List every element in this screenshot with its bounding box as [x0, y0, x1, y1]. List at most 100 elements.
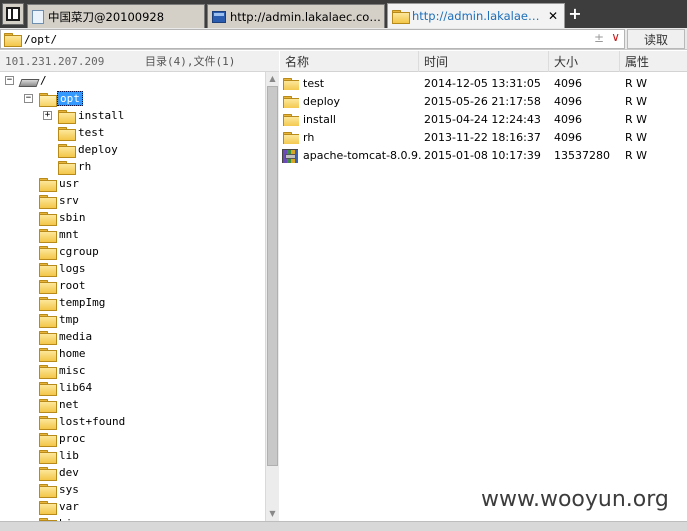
tree-item-label: proc — [59, 432, 86, 445]
tab-shell-1[interactable]: http://admin.lakalaec.com/te... — [207, 4, 385, 28]
file-time: 2015-01-08 10:17:39 — [424, 149, 541, 162]
tree-item-logs[interactable]: logs — [39, 260, 86, 277]
folder-icon — [39, 296, 57, 311]
tree-item-dev[interactable]: dev — [39, 464, 79, 481]
file-size: 4096 — [554, 95, 582, 108]
close-icon[interactable]: ✕ — [548, 9, 558, 23]
column-time-header[interactable]: 时间 — [419, 51, 549, 72]
folder-icon — [39, 194, 57, 209]
tree-item-var[interactable]: var — [39, 498, 79, 515]
tree-item-mnt[interactable]: mnt — [39, 226, 79, 243]
tree-item-label: usr — [59, 177, 79, 190]
tree-item-root[interactable]: / — [20, 72, 47, 89]
folder-icon — [58, 143, 76, 158]
tree-item-sbin[interactable]: sbin — [39, 209, 86, 226]
tab-caidao[interactable]: 中国菜刀@20100928 — [27, 4, 205, 28]
tree-item-label: srv — [59, 194, 79, 207]
tab-label: 中国菜刀@20100928 — [48, 9, 165, 24]
tree-item-srv[interactable]: srv — [39, 192, 79, 209]
tree-item-usr[interactable]: usr — [39, 175, 79, 192]
scroll-down-icon[interactable]: ▼ — [266, 507, 279, 521]
file-row[interactable]: deploy 2015-05-26 21:17:58 4096 R W — [280, 93, 687, 111]
tree-item-tmp[interactable]: tmp — [39, 311, 79, 328]
tree-item-label: logs — [59, 262, 86, 275]
tree-item-label: opt — [57, 91, 83, 106]
tree-scrollbar[interactable]: ▲ ▼ — [265, 72, 279, 521]
tree-item-opt[interactable]: opt — [39, 90, 83, 107]
file-row[interactable]: install 2015-04-24 12:24:43 4096 R W — [280, 111, 687, 129]
tree-item-label: misc — [59, 364, 86, 377]
tree-item-misc[interactable]: misc — [39, 362, 86, 379]
tree-item-label: lib — [59, 449, 79, 462]
file-attr: R W — [625, 77, 648, 90]
tab-label: http://admin.lakalaec.com/te... — [230, 9, 384, 24]
collapse-opt-icon[interactable]: − — [24, 94, 33, 103]
tree-item-proc[interactable]: proc — [39, 430, 86, 447]
tree-item-net[interactable]: net — [39, 396, 79, 413]
expand-install-icon[interactable]: + — [43, 111, 52, 120]
tree-item-lost-found[interactable]: lost+found — [39, 413, 125, 430]
file-name: rh — [303, 131, 315, 144]
folder-icon — [39, 330, 57, 345]
column-name-header[interactable]: 名称 — [280, 51, 419, 72]
tab-bar: 中国菜刀@20100928 http://admin.lakalaec.com/… — [0, 0, 687, 28]
tree-item-tempimg[interactable]: tempImg — [39, 294, 105, 311]
file-size: 4096 — [554, 131, 582, 144]
file-size: 4096 — [554, 77, 582, 90]
folder-icon — [58, 126, 76, 141]
tree-item-label: tempImg — [59, 296, 106, 309]
column-attr-header[interactable]: 属性 — [620, 51, 687, 72]
tree-item-cgroup[interactable]: cgroup — [39, 243, 99, 260]
folder-icon — [39, 500, 57, 515]
directory-tree: − / − opt + install test deploy rh usr s… — [0, 72, 265, 521]
collapse-root-icon[interactable]: − — [5, 76, 14, 85]
file-name: apache-tomcat-8.0.9.tar — [303, 149, 421, 162]
column-size-header[interactable]: 大小 — [549, 51, 620, 72]
bookmark-toggle-icon[interactable]: ± — [594, 31, 604, 45]
folder-open-icon — [39, 92, 57, 107]
tree-item-media[interactable]: media — [39, 328, 92, 345]
tree-item-label: lost+found — [59, 415, 126, 428]
tree-item-label: sys — [59, 483, 79, 496]
tree-item-label: media — [59, 330, 93, 343]
tree-item-rh[interactable]: rh — [58, 158, 91, 175]
read-button[interactable]: 读取 — [627, 29, 685, 49]
tree-item-home[interactable]: home — [39, 345, 86, 362]
folder-icon — [39, 449, 57, 464]
tree-item-label: lib64 — [59, 381, 93, 394]
tree-item-install[interactable]: install — [58, 107, 124, 124]
folder-icon — [39, 381, 57, 396]
tree-item-sys[interactable]: sys — [39, 481, 79, 498]
file-row[interactable]: rh 2013-11-22 18:16:37 4096 R W — [280, 129, 687, 147]
file-row[interactable]: test 2014-12-05 13:31:05 4096 R W — [280, 75, 687, 93]
file-attr: R W — [625, 131, 648, 144]
tree-item-root-dir[interactable]: root — [39, 277, 86, 294]
chevron-down-icon[interactable]: ∨ — [611, 30, 620, 44]
tree-item-label: deploy — [78, 143, 118, 156]
item-count: 目录(4),文件(1) — [145, 55, 236, 68]
tree-item-test[interactable]: test — [58, 124, 105, 141]
folder-icon — [39, 262, 57, 277]
folder-icon — [39, 245, 57, 260]
sidebar-toggle-button[interactable] — [2, 3, 24, 25]
tree-item-deploy[interactable]: deploy — [58, 141, 118, 158]
tree-item-label: root — [59, 279, 86, 292]
folder-icon — [58, 160, 76, 175]
file-row[interactable]: apache-tomcat-8.0.9.tar 2015-01-08 10:17… — [280, 147, 687, 165]
new-tab-button[interactable]: + — [566, 5, 584, 23]
tab-file-manager[interactable]: http://admin.lakalaec.com/te... ✕ — [387, 3, 565, 28]
tree-item-label: rh — [78, 160, 92, 173]
scroll-thumb[interactable] — [267, 86, 278, 466]
drive-icon — [20, 76, 36, 86]
file-name: test — [303, 77, 325, 90]
file-attr: R W — [625, 113, 648, 126]
server-ip: 101.231.207.209 — [5, 54, 105, 68]
folder-icon — [283, 114, 299, 126]
watermark: www.wooyun.org — [481, 487, 669, 512]
folder-icon — [39, 279, 57, 294]
path-input[interactable]: /opt/ ± ∨ — [0, 29, 625, 49]
tree-item-lib[interactable]: lib — [39, 447, 79, 464]
scroll-up-icon[interactable]: ▲ — [266, 72, 279, 86]
tree-item-lib64[interactable]: lib64 — [39, 379, 92, 396]
archive-icon — [282, 149, 298, 163]
